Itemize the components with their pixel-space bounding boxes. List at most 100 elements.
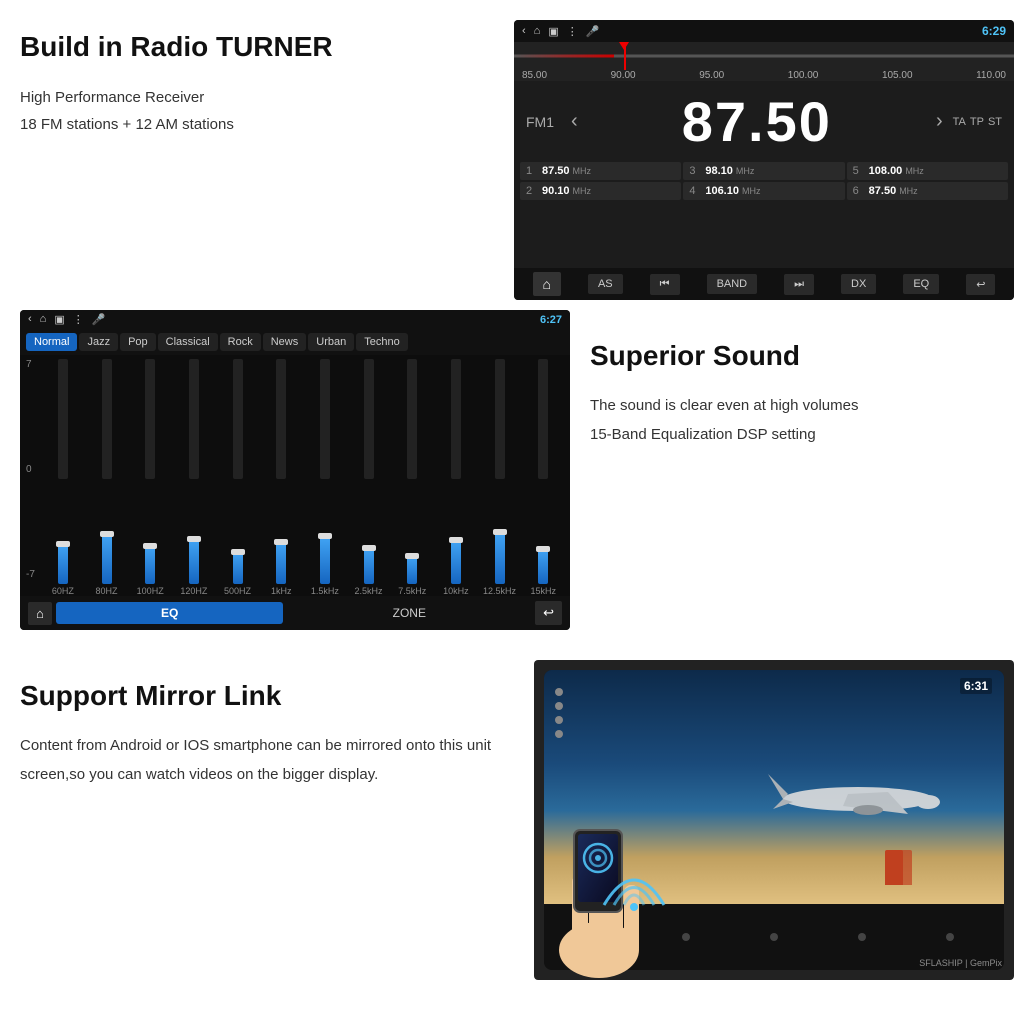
freq-prev-button[interactable]: ‹	[571, 110, 578, 133]
eq-handle-7[interactable]	[318, 533, 332, 539]
eq-bar-fill-8	[364, 548, 374, 584]
eq-screen: ‹ ⌂ ▣ ⋮ 🎤 6:27 Normal Jazz Pop Classical…	[20, 310, 570, 630]
mirror-screen: 6:31	[534, 660, 1014, 980]
eq-back-button[interactable]: ↩	[535, 601, 562, 625]
eq-band-label-4: 120HZ	[180, 586, 207, 596]
freq-next-button[interactable]: ›	[936, 110, 943, 133]
eq-zone-button[interactable]: ZONE	[287, 602, 531, 624]
eq-handle-5[interactable]	[231, 549, 245, 555]
eq-slider-track-1[interactable]	[42, 359, 84, 584]
eq-handle-9[interactable]	[405, 553, 419, 559]
eq-handle-3[interactable]	[143, 543, 157, 549]
eq-preset-normal[interactable]: Normal	[26, 333, 77, 351]
eq-slider-track-3[interactable]	[129, 359, 171, 584]
radio-next-button[interactable]: ⏭	[784, 274, 814, 295]
window-icon[interactable]: ▣	[548, 25, 558, 38]
tuner-needle-head	[619, 42, 629, 50]
wifi-mirror-arcs	[594, 845, 674, 920]
eq-bar-bg-4	[189, 359, 199, 479]
mic-icon[interactable]: 🎤	[586, 25, 600, 38]
eq-handle-4[interactable]	[187, 536, 201, 542]
eq-bar-bg-11	[495, 359, 505, 479]
mirror-desc: Content from Android or IOS smartphone c…	[20, 732, 514, 789]
eq-bar-bg-10	[451, 359, 461, 479]
eq-slider-track-12[interactable]	[522, 359, 564, 584]
radio-as-button[interactable]: AS	[588, 274, 623, 294]
eq-slider-track-7[interactable]	[304, 359, 346, 584]
eq-bar-bg-8	[364, 359, 374, 479]
radio-eq-button[interactable]: EQ	[903, 274, 939, 294]
home-icon[interactable]: ⌂	[534, 25, 541, 38]
back-icon[interactable]: ‹	[522, 25, 526, 38]
eq-band-12: 15kHz	[522, 359, 564, 596]
eq-slider-track-11[interactable]	[479, 359, 521, 584]
radio-band-button[interactable]: BAND	[707, 274, 758, 294]
eq-preset-urban[interactable]: Urban	[308, 333, 354, 351]
radio-dx-button[interactable]: DX	[841, 274, 876, 294]
eq-bar-bg-5	[233, 359, 243, 479]
radio-status-bar: ‹ ⌂ ▣ ⋮ 🎤 6:29	[514, 20, 1014, 42]
eq-sliders-area: 7 0 -7 60HZ 80HZ	[20, 355, 570, 596]
preset-6[interactable]: 6 87.50 MHz	[847, 182, 1008, 200]
eq-slider-track-4[interactable]	[173, 359, 215, 584]
eq-band-8: 2.5kHz	[348, 359, 390, 596]
preset-5[interactable]: 5 108.00 MHz	[847, 162, 1008, 180]
eq-band-11: 12.5kHz	[479, 359, 521, 596]
eq-home-button[interactable]: ⌂	[28, 602, 52, 625]
preset-2[interactable]: 2 90.10 MHz	[520, 182, 681, 200]
radio-main-display: FM1 ‹ 87.50 › TA TP ST	[514, 81, 1014, 162]
eq-slider-track-6[interactable]	[260, 359, 302, 584]
eq-handle-6[interactable]	[274, 539, 288, 545]
eq-window-icon[interactable]: ▣	[54, 313, 64, 326]
eq-handle-2[interactable]	[100, 531, 114, 537]
eq-handle-12[interactable]	[536, 546, 550, 552]
menu-icon[interactable]: ⋮	[567, 25, 578, 38]
eq-slider-track-9[interactable]	[391, 359, 433, 584]
sound-desc: The sound is clear even at high volumes …	[590, 392, 1014, 449]
eq-band-9: 7.5kHz	[391, 359, 433, 596]
eq-slider-track-10[interactable]	[435, 359, 477, 584]
eq-handle-10[interactable]	[449, 537, 463, 543]
sidebar-dot-1	[555, 688, 563, 696]
eq-back-icon[interactable]: ‹	[28, 313, 32, 326]
radio-prev-button[interactable]: ⏮	[650, 274, 680, 295]
eq-menu-icon[interactable]: ⋮	[73, 313, 84, 326]
eq-preset-rock[interactable]: Rock	[220, 333, 261, 351]
eq-handle-1[interactable]	[56, 541, 70, 547]
preset-1[interactable]: 1 87.50 MHz	[520, 162, 681, 180]
radio-home-button[interactable]: ⌂	[533, 272, 561, 296]
eq-slider-track-2[interactable]	[86, 359, 128, 584]
eq-preset-pop[interactable]: Pop	[120, 333, 156, 351]
eq-bar-bg-12	[538, 359, 548, 479]
preset-4[interactable]: 4 106.10 MHz	[683, 182, 844, 200]
eq-preset-techno[interactable]: Techno	[356, 333, 407, 351]
preset-3[interactable]: 3 98.10 MHz	[683, 162, 844, 180]
sidebar-dot-4	[555, 730, 563, 738]
eq-band-4: 120HZ	[173, 359, 215, 596]
eq-mic-icon[interactable]: 🎤	[92, 313, 106, 326]
eq-band-label-5: 500HZ	[224, 586, 251, 596]
eq-preset-classical[interactable]: Classical	[158, 333, 218, 351]
eq-slider-track-8[interactable]	[348, 359, 390, 584]
eq-band-1: 60HZ	[42, 359, 84, 596]
eq-bar-fill-5	[233, 552, 243, 584]
eq-screen-container: ‹ ⌂ ▣ ⋮ 🎤 6:27 Normal Jazz Pop Classical…	[20, 310, 570, 630]
eq-bar-fill-6	[276, 542, 286, 584]
eq-handle-11[interactable]	[493, 529, 507, 535]
radio-title: Build in Radio TURNER	[20, 30, 494, 64]
eq-band-label-3: 100HZ	[137, 586, 164, 596]
eq-eq-button[interactable]: EQ	[56, 602, 284, 624]
eq-bar-bg-6	[276, 359, 286, 479]
radio-back-button[interactable]: ↩	[966, 274, 995, 295]
eq-bar-fill-2	[102, 534, 112, 584]
eq-preset-jazz[interactable]: Jazz	[79, 333, 118, 351]
sound-title: Superior Sound	[590, 340, 1014, 372]
eq-handle-8[interactable]	[362, 545, 376, 551]
eq-status-icons: ‹ ⌂ ▣ ⋮ 🎤	[28, 313, 105, 326]
eq-bar-fill-1	[58, 544, 68, 584]
eq-bar-fill-3	[145, 546, 155, 584]
eq-slider-track-5[interactable]	[217, 359, 259, 584]
eq-home-icon[interactable]: ⌂	[40, 313, 47, 326]
radio-desc-line2: 18 FM stations + 12 AM stations	[20, 116, 234, 133]
eq-preset-news[interactable]: News	[263, 333, 307, 351]
